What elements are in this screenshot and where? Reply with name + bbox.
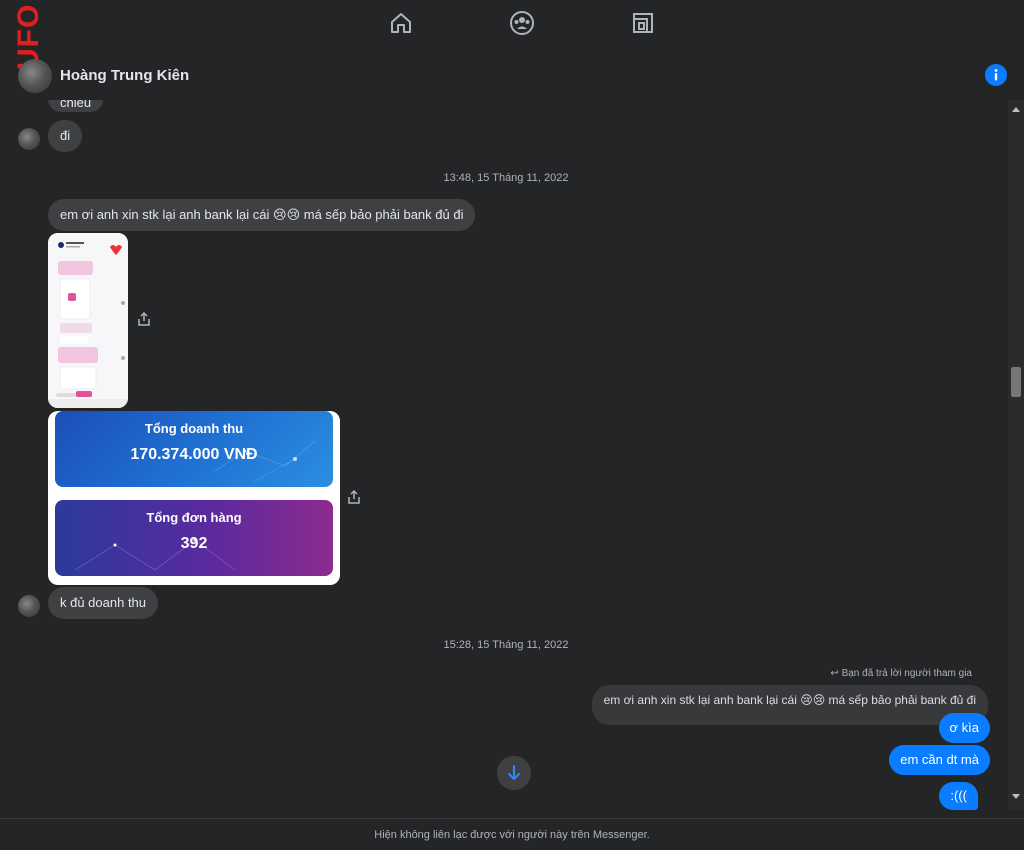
marketplace-icon[interactable] — [630, 10, 656, 36]
orders-panel: Tổng đơn hàng 392 — [55, 500, 333, 576]
revenue-report-image[interactable]: Tổng doanh thu 170.374.000 VNĐ Tổng đơn … — [48, 411, 340, 585]
reply-note: ↩ Bạn đã trả lời người tham gia — [830, 668, 972, 679]
message-bubble: đi — [48, 120, 83, 152]
timestamp: 13:48, 15 Tháng 11, 2022 — [443, 172, 569, 184]
revenue-panel: Tổng doanh thu 170.374.000 VNĐ — [55, 411, 333, 487]
home-icon[interactable] — [388, 10, 414, 36]
message-bubble: k đủ doanh thu — [48, 587, 159, 619]
orders-value: 392 — [180, 535, 208, 552]
revenue-value: 170.374.000 VNĐ — [130, 446, 258, 463]
outgoing-message: :((( — [939, 782, 978, 810]
scroll-up-arrow-icon[interactable] — [1008, 104, 1024, 114]
groups-icon[interactable] — [509, 10, 535, 36]
scrollbar-thumb[interactable] — [1011, 367, 1021, 397]
scroll-to-bottom-button[interactable] — [497, 756, 531, 790]
outgoing-message: em cần dt mà — [889, 745, 990, 775]
quoted-message[interactable]: em ơi anh xin stk lại anh bank lại cái 😢… — [591, 685, 988, 725]
message-bubble: chiều — [48, 100, 104, 112]
outgoing-message: ơ kìa — [938, 713, 990, 743]
revenue-label: Tổng doanh thu — [144, 421, 244, 436]
message-thread: chiều đi 13:48, 15 Tháng 11, 2022 em ơi … — [0, 100, 1008, 810]
share-icon[interactable] — [346, 489, 362, 505]
contact-name[interactable]: Hoàng Trung Kiên — [60, 67, 189, 84]
chat-header: Hoàng Trung Kiên — [0, 50, 1024, 100]
avatar[interactable] — [18, 59, 52, 93]
reply-icon: ↩ — [830, 668, 842, 679]
avatar[interactable] — [18, 595, 40, 617]
avatar[interactable] — [18, 128, 40, 150]
info-icon[interactable] — [985, 64, 1007, 86]
footer-notice: Hiện không liên lạc được với người này t… — [0, 818, 1024, 850]
orders-label: Tổng đơn hàng — [146, 510, 242, 525]
share-icon[interactable] — [136, 311, 152, 327]
scroll-down-arrow-icon[interactable] — [1008, 792, 1024, 802]
scrollbar[interactable] — [1008, 100, 1024, 810]
reply-note-text: Bạn đã trả lời người tham gia — [841, 668, 972, 679]
message-bubble: em ơi anh xin stk lại anh bank lại cái 😢… — [48, 199, 476, 231]
screenshot-image[interactable] — [48, 233, 128, 408]
top-navigation-bar: UFO — [0, 0, 1024, 70]
timestamp: 15:28, 15 Tháng 11, 2022 — [443, 639, 569, 651]
